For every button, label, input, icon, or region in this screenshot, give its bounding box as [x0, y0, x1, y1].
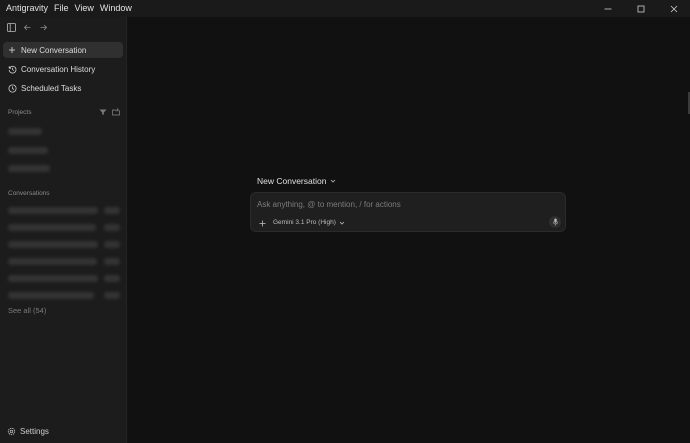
new-folder-icon[interactable] — [112, 108, 120, 116]
project-item-redacted[interactable] — [8, 147, 48, 154]
projects-tools — [99, 108, 120, 116]
chevron-down-icon — [331, 179, 336, 183]
main-area: New Conversation Gemini 3.1 Pro (High) — [128, 17, 690, 443]
conversation-time-redacted — [104, 292, 120, 299]
filter-icon[interactable] — [99, 108, 107, 116]
toggle-sidebar-button[interactable] — [6, 22, 16, 32]
close-icon — [670, 5, 677, 12]
conversation-time-redacted — [104, 224, 120, 231]
gear-icon — [7, 427, 16, 436]
conversation-time-redacted — [104, 241, 120, 248]
window-controls — [591, 0, 690, 17]
sidebar-item-new-conversation[interactable]: New Conversation — [3, 42, 123, 58]
conversation-title-dropdown[interactable]: New Conversation — [257, 176, 336, 186]
microphone-icon — [552, 218, 558, 226]
menu-window[interactable]: Window — [100, 0, 132, 17]
conversation-item-redacted[interactable] — [8, 292, 94, 299]
sidebar-item-label: Conversation History — [21, 64, 96, 74]
voice-input-button[interactable] — [549, 216, 561, 228]
forward-button[interactable] — [38, 22, 48, 32]
conversation-title: New Conversation — [257, 176, 327, 186]
settings-label: Settings — [20, 427, 49, 436]
project-item-redacted[interactable] — [8, 128, 42, 135]
project-item-redacted[interactable] — [8, 165, 50, 172]
model-selector[interactable]: Gemini 3.1 Pro (High) — [273, 217, 345, 228]
maximize-icon — [637, 5, 644, 12]
model-name: Gemini 3.1 Pro (High) — [273, 219, 336, 226]
sidebar: New Conversation Conversation History Sc… — [0, 17, 127, 443]
close-button[interactable] — [657, 0, 690, 17]
history-icon — [7, 64, 17, 74]
plus-icon — [7, 45, 17, 55]
plus-icon — [259, 220, 265, 226]
clock-icon — [7, 83, 17, 93]
conversation-item-redacted[interactable] — [8, 275, 98, 282]
add-context-button[interactable] — [258, 219, 266, 227]
see-all-conversations-link[interactable]: See all (54) — [8, 306, 46, 315]
prompt-box: Gemini 3.1 Pro (High) — [250, 192, 566, 232]
sidebar-item-label: Scheduled Tasks — [21, 83, 82, 93]
sidebar-toolbar — [6, 22, 48, 32]
sidebar-item-label: New Conversation — [21, 45, 87, 55]
conversation-item-redacted[interactable] — [8, 224, 96, 231]
settings-button[interactable]: Settings — [7, 427, 49, 436]
conversation-item-redacted[interactable] — [8, 241, 98, 248]
conversation-item-redacted[interactable] — [8, 258, 97, 265]
menu-app[interactable]: Antigravity — [6, 0, 48, 17]
maximize-button[interactable] — [624, 0, 657, 17]
chevron-down-icon — [339, 221, 345, 225]
conversations-section-label: Conversations — [8, 190, 50, 197]
back-button[interactable] — [22, 22, 32, 32]
arrow-right-icon — [40, 24, 47, 30]
conversation-time-redacted — [104, 207, 120, 214]
title-bar: Antigravity File View Window — [0, 0, 690, 17]
conversation-item-redacted[interactable] — [8, 207, 98, 214]
minimize-button[interactable] — [591, 0, 624, 17]
arrow-left-icon — [23, 24, 30, 30]
conversation-time-redacted — [104, 275, 120, 282]
sidebar-panel-icon — [6, 22, 16, 32]
projects-section-label: Projects — [8, 109, 32, 116]
prompt-input[interactable] — [257, 198, 537, 211]
conversation-time-redacted — [104, 258, 120, 265]
menu-file[interactable]: File — [54, 0, 69, 17]
sidebar-item-scheduled-tasks[interactable]: Scheduled Tasks — [3, 80, 123, 96]
menu-bar: Antigravity File View Window — [0, 0, 138, 17]
menu-view[interactable]: View — [75, 0, 94, 17]
app-window: Antigravity File View Window New Convers… — [0, 0, 690, 443]
minimize-icon — [604, 8, 611, 9]
sidebar-item-conversation-history[interactable]: Conversation History — [3, 61, 123, 77]
